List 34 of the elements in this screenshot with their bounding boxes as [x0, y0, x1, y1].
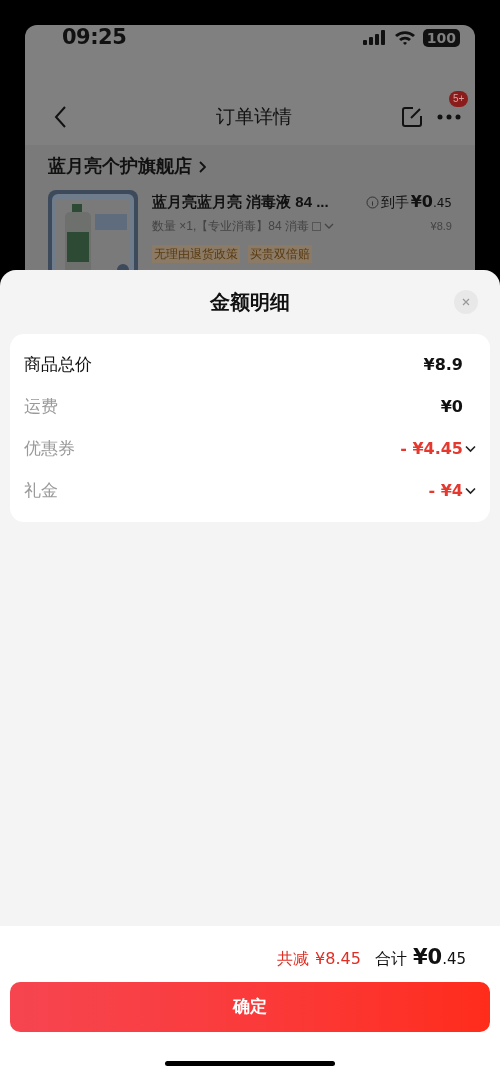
- signal-icon: [362, 30, 387, 46]
- discount-amount: - ¥4.45: [400, 438, 463, 460]
- row-label: 运费: [24, 396, 58, 419]
- row-label: 商品总价: [24, 354, 92, 377]
- wifi-icon: [393, 30, 416, 46]
- service-tag: 无理由退货政策: [152, 245, 240, 263]
- total-label: 合计: [374, 949, 407, 969]
- reduction-label: 共减: [277, 949, 310, 969]
- row-label: 礼金: [24, 480, 58, 503]
- reduction-amount: ¥8.45: [315, 948, 361, 970]
- sheet-title: 金额明细: [210, 290, 290, 315]
- close-icon: [462, 298, 470, 306]
- final-price: ¥0.45: [410, 191, 452, 213]
- edit-icon[interactable]: [401, 106, 423, 128]
- more-icon[interactable]: [437, 113, 461, 121]
- notification-badge: 5+: [449, 91, 469, 107]
- chevron-down-icon[interactable]: [465, 487, 476, 495]
- row-amount: ¥0: [440, 396, 463, 418]
- discount-amount: - ¥4: [428, 480, 463, 502]
- product-title[interactable]: 蓝月亮蓝月亮 消毒液 84 ...: [152, 190, 329, 214]
- store-name[interactable]: 蓝月亮个护旗舰店: [48, 153, 192, 180]
- row-label: 优惠券: [24, 438, 75, 461]
- confirm-button[interactable]: 确定: [10, 982, 490, 1032]
- battery-level: 100: [422, 29, 460, 47]
- row-amount: ¥8.9: [423, 354, 463, 376]
- status-time: 09:25: [62, 24, 127, 52]
- total-amount: ¥0.45: [412, 944, 466, 971]
- page-title: 订单详情: [216, 104, 292, 129]
- tag-icon: [312, 221, 322, 231]
- chevron-right-icon: [198, 160, 206, 173]
- back-icon[interactable]: [53, 105, 67, 129]
- service-tag: 买贵双倍赔: [248, 245, 312, 263]
- price-label: 到手: [380, 192, 409, 212]
- chevron-down-icon[interactable]: [465, 445, 476, 453]
